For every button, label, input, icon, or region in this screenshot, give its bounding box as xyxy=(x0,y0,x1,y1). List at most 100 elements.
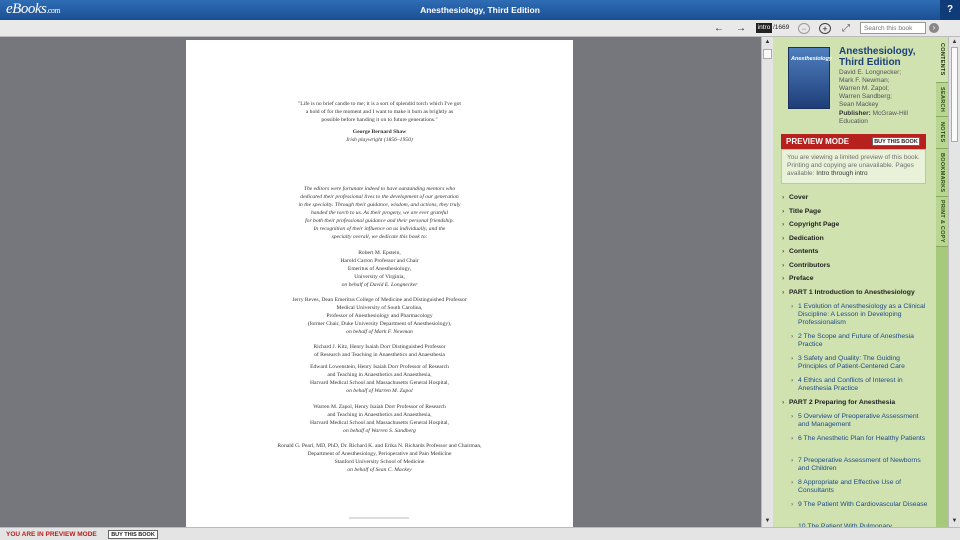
dedication-text: The editors were fortunate indeed to hav… xyxy=(186,185,573,241)
text-line: (former Chair, Duke University Departmen… xyxy=(307,321,452,327)
book-authors: David E. Longnecker; Mark F. Newman; War… xyxy=(839,69,933,109)
publisher-label: Publisher: xyxy=(839,110,871,117)
tab-print-copy[interactable]: PRINT & COPY xyxy=(936,197,948,247)
mentor-entry: Richard J. Kitz, Henry Isaiah Dorr Disti… xyxy=(186,343,573,359)
scroll-thumb[interactable] xyxy=(763,49,772,59)
scroll-thumb[interactable] xyxy=(951,47,958,142)
author: Sean Mackey xyxy=(839,101,879,108)
on-behalf-line: on behalf of Mark F. Newman xyxy=(346,329,413,335)
text-line: Harvard Medical School and Massachusetts… xyxy=(309,420,450,426)
search-go-icon[interactable]: › xyxy=(929,23,939,33)
text-line: Richard J. Kitz, Henry Isaiah Dorr Disti… xyxy=(313,344,446,350)
scroll-up-icon[interactable]: ▲ xyxy=(950,38,959,47)
on-behalf-line: on behalf of Warren S. Sandberg xyxy=(343,428,416,434)
back-arrow-icon[interactable]: ← xyxy=(712,22,726,35)
text-line: specialty overall, we dedicate this book… xyxy=(331,234,428,240)
scroll-up-icon[interactable]: ▲ xyxy=(763,38,772,47)
epigraph-author-role: Irish playwright (1856–1950) xyxy=(346,137,413,143)
toc-item[interactable]: Copyright Page xyxy=(782,221,929,229)
text-line: a hold of for the moment and I want to m… xyxy=(305,109,454,115)
text-line: Harold Carron Professor and Chair xyxy=(340,258,419,264)
toc-chapter[interactable]: 2 The Scope and Future of Anesthesia Pra… xyxy=(791,333,928,349)
ebook-reader: eBooks.com Anesthesiology, Third Edition… xyxy=(0,0,960,540)
toc-item[interactable]: Dedication xyxy=(782,235,929,243)
panel-scrollbar[interactable]: ▲ ▼ xyxy=(948,37,960,527)
toc-item[interactable]: Contents xyxy=(782,248,929,256)
toc-part[interactable]: PART 1 Introduction to Anesthesiology xyxy=(782,289,929,297)
toc-chapter[interactable]: 1 Evolution of Anesthesiology as a Clini… xyxy=(791,303,928,327)
preview-mode-status: YOU ARE IN PREVIEW MODE xyxy=(6,531,97,538)
zoom-in-icon[interactable]: + xyxy=(819,23,831,34)
text-line: Medical University of South Carolina, xyxy=(336,305,423,311)
mentor-entry: Robert M. Epstein, Harold Carron Profess… xyxy=(186,249,573,289)
toc-item[interactable]: Cover xyxy=(782,194,929,202)
scroll-down-icon[interactable]: ▼ xyxy=(763,517,772,526)
text-line: of Research and Teaching in Anaesthetics… xyxy=(314,352,445,358)
page-total: /1669 xyxy=(773,24,790,31)
help-button[interactable]: ? xyxy=(940,0,960,20)
forward-arrow-icon[interactable]: → xyxy=(734,22,748,35)
toc-chapter[interactable]: 4 Ethics and Conflicts of Interest in An… xyxy=(791,377,928,393)
text-line: Edward Lowenstein, Henry Isaiah Dorr Pro… xyxy=(310,364,449,370)
text-line: University of Virginia, xyxy=(354,274,405,280)
on-behalf-line: on behalf of David E. Longnecker xyxy=(341,282,418,288)
contents-panel: Anesthesiology Anesthesiology, Third Edi… xyxy=(773,37,936,527)
text-line: Emeritus of Anesthesiology, xyxy=(347,266,412,272)
book-title-header: Anesthesiology, Third Edition xyxy=(420,5,540,15)
text-line: for both their professional guidance and… xyxy=(305,218,454,224)
buy-this-book-footer-button[interactable]: BUY THIS BOOK xyxy=(108,530,158,539)
text-line: Warren M. Zapol, Henry Isaiah Dorr Profe… xyxy=(313,404,446,410)
text-line: Harvard Medical School and Massachusetts… xyxy=(309,380,450,386)
page-scrollbar[interactable]: ▲ ▼ xyxy=(761,37,773,527)
tab-contents[interactable]: CONTENTS xyxy=(936,37,948,83)
page-number-input[interactable]: intro xyxy=(756,23,772,33)
side-tabs: CONTENTS SEARCH NOTES BOOKMARKS PRINT & … xyxy=(936,37,948,527)
preview-mode-title: PREVIEW MODE xyxy=(786,137,850,146)
text-line: Jerry Reves, Dean Emeritus College of Me… xyxy=(292,297,467,303)
author: Mark F. Newman; xyxy=(839,77,890,84)
buy-this-book-button[interactable]: BUY THIS BOOK xyxy=(872,137,920,146)
zoom-out-icon[interactable]: − xyxy=(798,23,810,34)
book-page: "Life is no brief candle to me; it is a … xyxy=(186,40,573,527)
author: Warren M. Zapol; xyxy=(839,85,889,92)
text-line: and Teaching in Anaesthetics and Anaesth… xyxy=(327,412,432,418)
search-book-input[interactable] xyxy=(860,22,926,34)
toc-chapter[interactable]: 6 The Anesthetic Plan for Healthy Patien… xyxy=(791,435,928,443)
book-cover-image[interactable]: Anesthesiology xyxy=(788,47,832,109)
scroll-down-icon[interactable]: ▼ xyxy=(950,517,959,526)
author: David E. Longnecker; xyxy=(839,69,902,76)
cover-title: Anesthesiology xyxy=(791,56,832,62)
toolbar: ← → intro /1669 − + ⤢ › xyxy=(0,20,960,37)
text-line: In recognition of their influence on us … xyxy=(313,226,446,232)
tab-search[interactable]: SEARCH xyxy=(936,83,948,117)
text-line: "Life is no brief candle to me; it is a … xyxy=(298,101,461,107)
epigraph-author: George Bernard Shaw xyxy=(352,129,407,135)
toc-part[interactable]: PART 2 Preparing for Anesthesia xyxy=(782,399,929,407)
text-line: Professor of Anesthesiology and Pharmaco… xyxy=(326,313,433,319)
page-viewer: "Life is no brief candle to me; it is a … xyxy=(0,37,773,527)
status-bar: YOU ARE IN PREVIEW MODE BUY THIS BOOK xyxy=(0,527,960,540)
text-line: and Teaching in Anaesthetics and Anaesth… xyxy=(327,372,432,378)
tab-bookmarks[interactable]: BOOKMARKS xyxy=(936,149,948,197)
fit-page-icon[interactable]: ⤢ xyxy=(839,22,853,35)
text-line: Ronald G. Pearl, MD, PhD, Dr. Richard K.… xyxy=(277,443,482,449)
pages-available-value: Intro through intro xyxy=(816,170,868,177)
toc-item[interactable]: Contributors xyxy=(782,262,929,270)
book-title: Anesthesiology, Third Edition xyxy=(839,46,916,68)
toc-chapter[interactable]: 5 Overview of Preoperative Assessment an… xyxy=(791,413,928,429)
toc-item[interactable]: Title Page xyxy=(782,208,929,216)
text-line: possible before handing it on to future … xyxy=(321,117,438,123)
toc-chapter[interactable]: 3 Safety and Quality: The Guiding Princi… xyxy=(791,355,928,371)
text-line: The editors were fortunate indeed to hav… xyxy=(303,186,456,192)
toc-chapter[interactable]: 7 Preoperative Assessment of Newborns an… xyxy=(791,457,928,473)
tab-notes[interactable]: NOTES xyxy=(936,117,948,149)
mentor-entry: Edward Lowenstein, Henry Isaiah Dorr Pro… xyxy=(186,363,573,395)
toc-item[interactable]: Preface xyxy=(782,275,929,283)
toc-chapter[interactable]: 9 The Patient With Cardiovascular Diseas… xyxy=(791,501,928,509)
text-line: Stanford University School of Medicine xyxy=(334,459,425,465)
on-behalf-line: on behalf of Sean C. Mackey xyxy=(347,467,412,473)
epigraph: "Life is no brief candle to me; it is a … xyxy=(186,100,573,144)
top-bar: eBooks.com Anesthesiology, Third Edition… xyxy=(0,0,960,20)
author: Warren Sandberg; xyxy=(839,93,892,100)
toc-chapter[interactable]: 8 Appropriate and Effective Use of Consu… xyxy=(791,479,928,495)
